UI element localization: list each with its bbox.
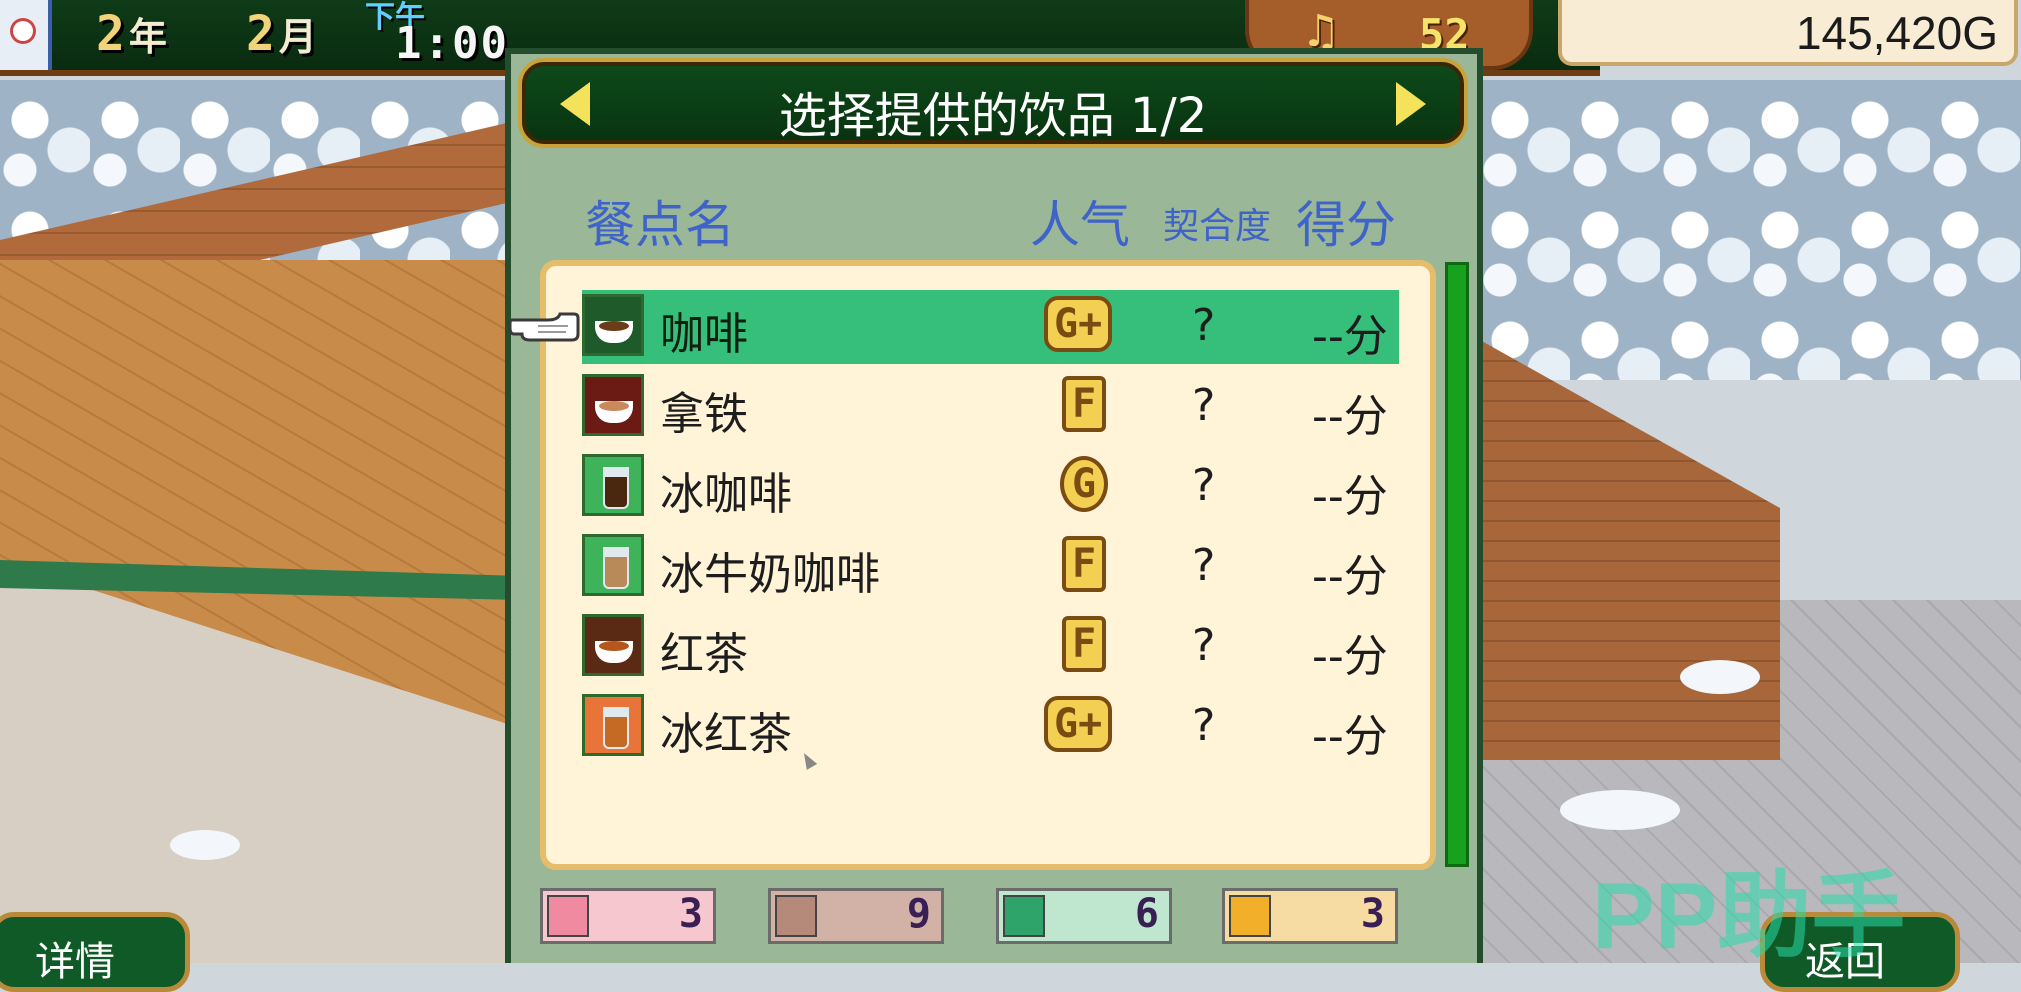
drink-row[interactable]: 冰牛奶咖啡 F? --分 bbox=[582, 530, 1399, 604]
popularity-rank-badge: F bbox=[1062, 376, 1107, 432]
list-scrollbar[interactable] bbox=[1445, 262, 1469, 867]
match-value: ? bbox=[1192, 620, 1216, 671]
popularity-rank-badge: G bbox=[1060, 456, 1108, 512]
stat-box: 3 bbox=[540, 888, 716, 944]
money-value: 145,420G bbox=[1795, 7, 1998, 59]
match-value: ? bbox=[1192, 700, 1216, 751]
snowy-trees-right bbox=[1480, 80, 2021, 380]
drink-name: 咖啡 bbox=[660, 309, 748, 360]
match-value: ? bbox=[1192, 300, 1216, 351]
details-button-label: 详情 bbox=[35, 939, 115, 985]
drink-thumbnail-icon bbox=[582, 454, 644, 516]
month-display: 2月 bbox=[246, 6, 317, 62]
score-value: --分 bbox=[1312, 311, 1388, 362]
header-item-name: 餐点名 bbox=[585, 196, 735, 254]
drink-thumbnail-icon bbox=[582, 614, 644, 676]
trend-icon bbox=[1003, 895, 1045, 937]
drink-thumbnail-icon bbox=[582, 534, 644, 596]
money-display: 145,420G bbox=[1558, 0, 2018, 66]
score-value: --分 bbox=[1312, 471, 1388, 522]
stat-box: 9 bbox=[768, 888, 944, 944]
popularity-rank-badge: F bbox=[1062, 536, 1107, 592]
panel-title-bar: 选择提供的饮品 1/2 bbox=[518, 58, 1468, 148]
neutral-face-icon bbox=[775, 895, 817, 937]
next-page-arrow-icon[interactable] bbox=[1396, 82, 1426, 126]
drink-row[interactable]: 红茶 F? --分 bbox=[582, 610, 1399, 684]
stat-value: 9 bbox=[906, 891, 931, 937]
drink-name: 冰咖啡 bbox=[660, 469, 792, 520]
year-unit: 年 bbox=[128, 15, 167, 59]
stat-value: 6 bbox=[1134, 891, 1159, 937]
game-clock: 1:00 bbox=[395, 18, 509, 69]
drink-thumbnail-icon bbox=[582, 374, 644, 436]
stat-box: 6 bbox=[996, 888, 1172, 944]
pointing-hand-cursor-icon bbox=[508, 312, 580, 342]
match-value: ? bbox=[1192, 380, 1216, 431]
panel-title: 选择提供的饮品 1/2 bbox=[778, 88, 1208, 144]
watermark-logo: PP助手 bbox=[1592, 863, 1906, 968]
snowbank bbox=[1560, 790, 1680, 830]
score-value: --分 bbox=[1312, 631, 1388, 682]
mascot-avatar bbox=[0, 0, 52, 70]
drink-name: 拿铁 bbox=[660, 389, 748, 440]
details-button[interactable]: 详情 bbox=[0, 912, 190, 992]
drink-name: 冰牛奶咖啡 bbox=[660, 549, 880, 600]
snowbank bbox=[1680, 660, 1760, 694]
drink-row[interactable]: 冰咖啡 G? --分 bbox=[582, 450, 1399, 524]
drink-thumbnail-icon bbox=[582, 294, 644, 356]
header-popularity: 人气 bbox=[1030, 196, 1130, 254]
happy-face-icon bbox=[547, 895, 589, 937]
header-match: 契合度 bbox=[1163, 206, 1272, 247]
month-unit: 月 bbox=[278, 15, 317, 59]
year-display: 2年 bbox=[96, 6, 167, 62]
drink-row[interactable]: 冰红茶 G+? --分 bbox=[582, 690, 1399, 764]
score-value: --分 bbox=[1312, 711, 1388, 762]
drink-thumbnail-icon bbox=[582, 694, 644, 756]
match-value: ? bbox=[1192, 460, 1216, 511]
snowbank bbox=[170, 830, 240, 860]
popularity-rank-badge: G+ bbox=[1044, 696, 1113, 752]
stat-value: 3 bbox=[678, 891, 703, 937]
drink-name: 冰红茶 bbox=[660, 709, 792, 760]
popularity-rank-badge: F bbox=[1062, 616, 1107, 672]
neighbor-building bbox=[1480, 340, 1780, 760]
score-value: --分 bbox=[1312, 391, 1388, 442]
drink-name: 红茶 bbox=[660, 629, 748, 680]
match-value: ? bbox=[1192, 540, 1216, 591]
month-number: 2 bbox=[246, 6, 275, 62]
drink-row[interactable]: 咖啡 G+? --分 bbox=[582, 290, 1399, 364]
header-score: 得分 bbox=[1296, 196, 1396, 254]
stat-value: 3 bbox=[1360, 891, 1385, 937]
sparkle-icon bbox=[1229, 895, 1271, 937]
drink-row[interactable]: 拿铁 F? --分 bbox=[582, 370, 1399, 444]
year-number: 2 bbox=[96, 6, 125, 62]
popularity-rank-badge: G+ bbox=[1044, 296, 1113, 352]
stat-box: 3 bbox=[1222, 888, 1398, 944]
score-value: --分 bbox=[1312, 551, 1388, 602]
